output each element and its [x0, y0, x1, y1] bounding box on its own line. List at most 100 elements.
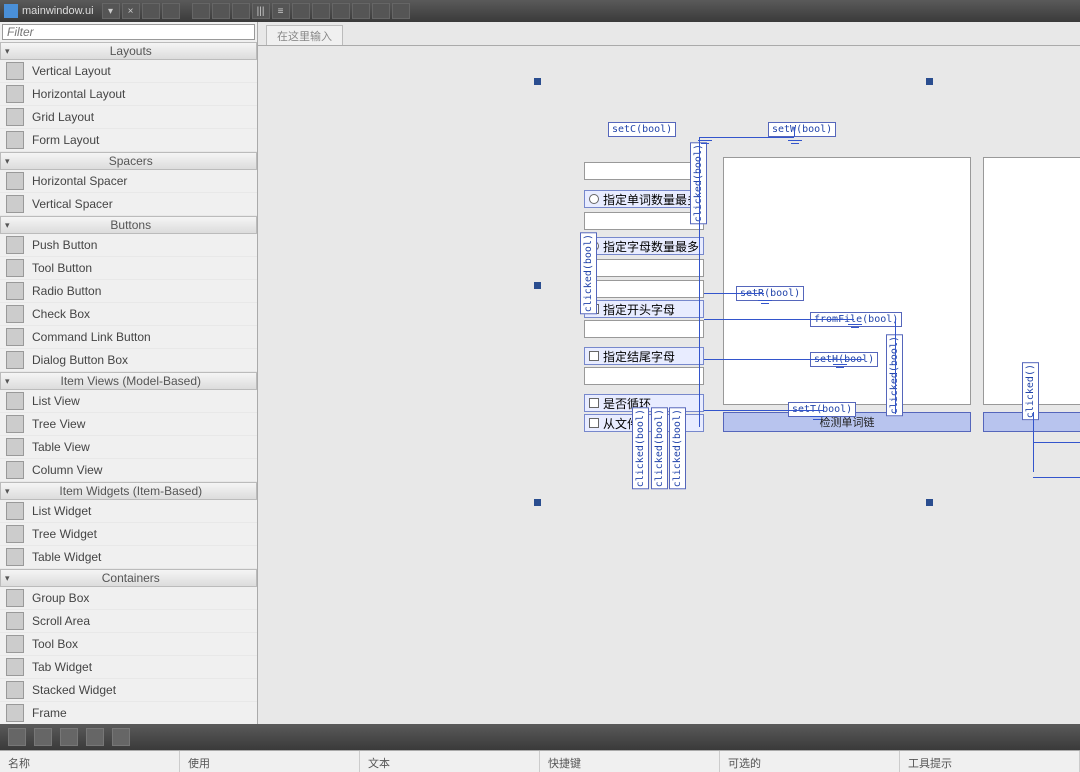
widget-item-label: Table View [32, 440, 90, 454]
break-layout-icon[interactable] [372, 3, 390, 19]
category-header[interactable]: ▾Containers [0, 569, 257, 587]
widget-item[interactable]: Vertical Layout [0, 60, 257, 83]
delete-action-icon[interactable] [86, 728, 104, 746]
ground-icon [788, 140, 802, 150]
layout-form-icon[interactable] [352, 3, 370, 19]
wire [704, 410, 824, 411]
widget-item[interactable]: Frame [0, 702, 257, 724]
widget-item[interactable]: Stacked Widget [0, 679, 257, 702]
widget-item[interactable]: Form Layout [0, 129, 257, 152]
selection-handle[interactable] [926, 78, 933, 85]
widget-item[interactable]: Dialog Button Box [0, 349, 257, 372]
layout-v-icon[interactable]: ≡ [272, 3, 290, 19]
check-tail-letter[interactable]: 指定结尾字母 [584, 347, 704, 365]
widget-item-label: Scroll Area [32, 614, 90, 628]
widget-item[interactable]: Command Link Button [0, 326, 257, 349]
layout-split-h-icon[interactable] [292, 3, 310, 19]
radio-word-count[interactable]: 指定单词数量最多 [584, 190, 704, 208]
line-edit-1[interactable] [584, 162, 704, 180]
col-checkable[interactable]: 可选的 [720, 751, 900, 772]
close-button[interactable]: × [122, 3, 140, 19]
widget-item[interactable]: Scroll Area [0, 610, 257, 633]
selection-handle[interactable] [534, 78, 541, 85]
tool-button-1[interactable] [142, 3, 160, 19]
widget-item[interactable]: Tool Button [0, 257, 257, 280]
widget-item[interactable]: List View [0, 390, 257, 413]
widget-item-label: Check Box [32, 307, 90, 321]
widget-item[interactable]: Column View [0, 459, 257, 482]
align-toolbar: ||| ≡ [192, 3, 410, 19]
widget-item[interactable]: Tab Widget [0, 656, 257, 679]
layout-split-v-icon[interactable] [312, 3, 330, 19]
category-label: Item Widgets (Item-Based) [10, 484, 252, 498]
widget-icon [6, 108, 24, 126]
line-edit-6[interactable] [584, 367, 704, 385]
selection-handle[interactable] [534, 499, 541, 506]
category-label: Containers [10, 571, 252, 585]
filter-input[interactable] [2, 24, 255, 40]
widget-item[interactable]: Horizontal Layout [0, 83, 257, 106]
widget-item[interactable]: Grid Layout [0, 106, 257, 129]
dropdown-button[interactable]: ▾ [102, 3, 120, 19]
category-header[interactable]: ▾Spacers [0, 152, 257, 170]
widget-item[interactable]: Group Box [0, 587, 257, 610]
category-header[interactable]: ▾Layouts [0, 42, 257, 60]
wire [1033, 442, 1080, 443]
align-right-icon[interactable] [232, 3, 250, 19]
line-edit-4[interactable] [584, 280, 704, 298]
wire [699, 137, 700, 427]
col-shortcut[interactable]: 快捷键 [540, 751, 720, 772]
check-head-letter[interactable]: 指定开头字母 [584, 300, 704, 318]
widget-item[interactable]: Check Box [0, 303, 257, 326]
widget-item-label: Dialog Button Box [32, 353, 128, 367]
adjust-size-icon[interactable] [392, 3, 410, 19]
widget-item[interactable]: Tree View [0, 413, 257, 436]
radio-label: 指定单词数量最多 [603, 191, 699, 208]
design-canvas[interactable]: 在这里输入 指定单词数量最多 指定字母数量最多 指定开头字母 指定结尾字母 是否… [258, 22, 1080, 724]
radio-letter-count[interactable]: 指定字母数量最多 [584, 237, 704, 255]
layout-grid-icon[interactable] [332, 3, 350, 19]
col-text[interactable]: 文本 [360, 751, 540, 772]
copy-action-icon[interactable] [34, 728, 52, 746]
align-left-icon[interactable] [192, 3, 210, 19]
category-header[interactable]: ▾Item Views (Model-Based) [0, 372, 257, 390]
widget-item[interactable]: Horizontal Spacer [0, 170, 257, 193]
widget-item-label: Tool Box [32, 637, 78, 651]
widget-item[interactable]: Radio Button [0, 280, 257, 303]
widget-item[interactable]: Table Widget [0, 546, 257, 569]
widget-item-label: List Widget [32, 504, 91, 518]
tab-placeholder[interactable]: 在这里输入 [266, 25, 343, 45]
col-used[interactable]: 使用 [180, 751, 360, 772]
new-action-icon[interactable] [8, 728, 26, 746]
widget-item[interactable]: Table View [0, 436, 257, 459]
widget-icon [6, 438, 24, 456]
widget-icon [6, 259, 24, 277]
widget-item-label: Vertical Spacer [32, 197, 113, 211]
align-center-icon[interactable] [212, 3, 230, 19]
paste-action-icon[interactable] [60, 728, 78, 746]
widget-item-label: Group Box [32, 591, 89, 605]
widget-item[interactable]: Tool Box [0, 633, 257, 656]
wire [704, 359, 864, 360]
layout-h-icon[interactable]: ||| [252, 3, 270, 19]
line-edit-5[interactable] [584, 320, 704, 338]
line-edit-3[interactable] [584, 259, 704, 277]
selection-handle[interactable] [926, 499, 933, 506]
ground-icon [810, 416, 824, 426]
config-action-icon[interactable] [112, 728, 130, 746]
widget-item[interactable]: Tree Widget [0, 523, 257, 546]
col-tooltip[interactable]: 工具提示 [900, 751, 1080, 772]
widget-item[interactable]: Vertical Spacer [0, 193, 257, 216]
widget-item[interactable]: Push Button [0, 234, 257, 257]
widget-item[interactable]: List Widget [0, 500, 257, 523]
category-header[interactable]: ▾Item Widgets (Item-Based) [0, 482, 257, 500]
widget-icon [6, 195, 24, 213]
selection-handle[interactable] [534, 282, 541, 289]
text-edit-left[interactable] [723, 157, 971, 405]
tool-button-2[interactable] [162, 3, 180, 19]
ground-icon [833, 364, 847, 374]
category-header[interactable]: ▾Buttons [0, 216, 257, 234]
line-edit-2[interactable] [584, 212, 704, 230]
col-name[interactable]: 名称 [0, 751, 180, 772]
widget-item-label: Command Link Button [32, 330, 151, 344]
